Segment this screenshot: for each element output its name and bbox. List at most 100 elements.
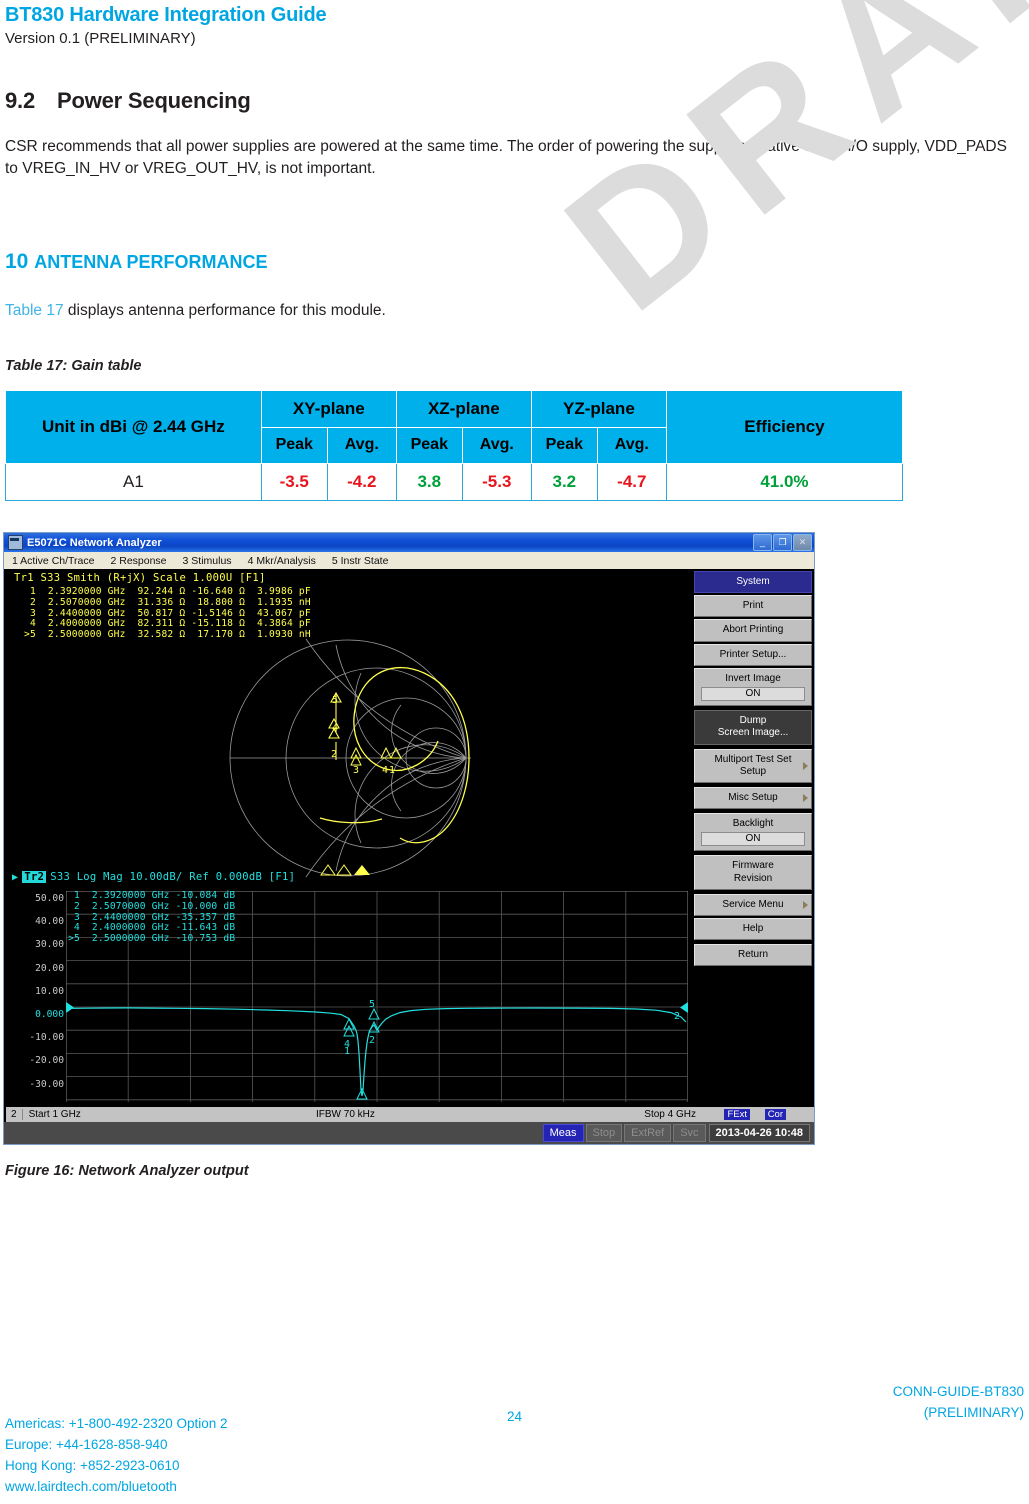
trace2-y-axis: 50.00 40.00 30.00 20.00 10.00 0.000 -10.… — [6, 887, 64, 1102]
y-tick: 10.00 — [35, 985, 64, 997]
menu-item-response[interactable]: 2 Response — [110, 555, 166, 567]
gain-table: Unit in dBi @ 2.44 GHz XY-plane XZ-plane… — [5, 390, 904, 501]
vna-window-title: E5071C Network Analyzer — [27, 536, 162, 549]
cell-xz-avg: -5.3 — [461, 463, 532, 501]
softkey-label: Misc Setup — [728, 791, 778, 803]
table-header-efficiency: Efficiency — [665, 390, 904, 464]
status-meas[interactable]: Meas — [542, 1124, 584, 1142]
cell-unit-label: A1 — [5, 463, 262, 501]
marker-row: 2 2.5070000 GHz 31.336 Ω 18.800 Ω 1.1935… — [24, 596, 311, 608]
softkey-label-line2: Setup — [739, 765, 767, 777]
minimize-icon[interactable]: _ — [753, 534, 772, 551]
vna-display-area[interactable]: Tr1 S33 Smith (R+jX) Scale 1.000U [F1] 1… — [6, 569, 692, 1102]
vna-body: Tr1 S33 Smith (R+jX) Scale 1.000U [F1] 1… — [4, 569, 814, 1144]
smith-chart: 5 4 2 3 4 1 — [229, 638, 471, 878]
y-tick: 40.00 — [35, 916, 64, 928]
vna-title-bar: E5071C Network Analyzer _ ❐ ✕ — [4, 533, 814, 552]
chevron-right-icon — [803, 793, 808, 802]
svg-text:5: 5 — [332, 695, 338, 706]
close-icon[interactable]: ✕ — [793, 534, 812, 551]
marker-row: 3 2.4400000 GHz 50.817 Ω -1.5146 Ω 43.06… — [24, 607, 311, 619]
y-tick: -40.00 — [6, 1096, 64, 1103]
menu-item-mkr-analysis[interactable]: 4 Mkr/Analysis — [248, 555, 316, 567]
trace2-marker-table: 1 2.3920000 GHz -10.084 dB 2 2.5070000 G… — [68, 890, 236, 945]
trace2-active-arrow-icon: ▶ — [12, 871, 19, 883]
softkey-backlight[interactable]: Backlight ON — [694, 813, 812, 852]
menu-item-active-ch-trace[interactable]: 1 Active Ch/Trace — [12, 555, 94, 567]
softkey-invert-image[interactable]: Invert Image ON — [694, 667, 812, 707]
softkey-service-menu[interactable]: Service Menu — [694, 893, 812, 916]
cell-efficiency: 41.0% — [665, 463, 904, 501]
y-tick: -30.00 — [29, 1078, 64, 1090]
status-svc[interactable]: Svc — [673, 1124, 706, 1142]
maximize-icon[interactable]: ❐ — [773, 534, 792, 551]
document-header: BT830 Hardware Integration Guide Version… — [5, 4, 1015, 49]
network-analyzer-screenshot: E5071C Network Analyzer _ ❐ ✕ 1 Active C… — [3, 532, 815, 1145]
heading-text: Power Sequencing — [57, 88, 251, 113]
chevron-right-icon — [803, 900, 808, 909]
softkey-printer-setup[interactable]: Printer Setup... — [694, 643, 812, 666]
marker-row: 1 2.3920000 GHz -10.084 dB — [68, 890, 236, 901]
softkey-value[interactable]: ON — [701, 832, 805, 847]
status-badge-cor: Cor — [764, 1109, 786, 1120]
status-extref[interactable]: ExtRef — [624, 1124, 672, 1142]
softkey-help[interactable]: Help — [694, 918, 812, 941]
paragraph-antenna-intro: Table 17 displays antenna performance fo… — [5, 300, 905, 322]
softkey-multiport-test-set-setup[interactable]: Multiport Test Set Setup — [694, 748, 812, 783]
svg-text:2: 2 — [674, 1011, 680, 1022]
paragraph-power-sequencing: CSR recommends that all power supplies a… — [5, 138, 1007, 178]
table-caption: Table 17: Gain table — [5, 358, 142, 374]
marker-row: >5 2.5000000 GHz 32.582 Ω 17.170 Ω 1.093… — [24, 629, 311, 641]
trace2-header: S33 Log Mag 10.00dB/ Ref 0.000dB [F1] — [50, 871, 296, 883]
vna-menu-bar: 1 Active Ch/Trace 2 Response 3 Stimulus … — [4, 552, 814, 569]
info-start-frequency: Start 1 GHz — [28, 1109, 81, 1120]
footer-contact-hongkong: Hong Kong: +852-2923-0610 — [5, 1458, 180, 1474]
softkey-system[interactable]: System — [694, 571, 812, 594]
y-tick: 20.00 — [35, 962, 64, 974]
heading-text: ANTENNA PERFORMANCE — [34, 252, 268, 272]
trace1-header: Tr1 S33 Smith (R+jX) Scale 1.000U [F1] — [14, 572, 266, 584]
softkey-misc-setup[interactable]: Misc Setup — [694, 786, 812, 810]
vna-info-bar: 2 Start 1 GHz IFBW 70 kHz Stop 4 GHz FEx… — [6, 1106, 814, 1122]
softkey-abort-printing[interactable]: Abort Printing — [694, 619, 812, 642]
info-ifbw: IFBW 70 kHz — [316, 1109, 375, 1120]
softkey-return[interactable]: Return — [694, 944, 812, 967]
vna-status-bar: Meas Stop ExtRef Svc 2013-04-26 10:48 — [4, 1122, 814, 1144]
table-header-xz-plane: XZ-plane — [395, 390, 532, 428]
status-stop[interactable]: Stop — [585, 1124, 623, 1142]
softkey-label: Backlight — [732, 818, 774, 830]
cell-yz-avg: -4.7 — [596, 463, 667, 501]
trace2-header-row: ▶ Tr2 S33 Log Mag 10.00dB/ Ref 0.000dB [… — [9, 871, 295, 883]
table-header-yz-plane: YZ-plane — [530, 390, 667, 428]
svg-text:4: 4 — [332, 723, 338, 734]
softkey-value[interactable]: ON — [701, 686, 805, 702]
footer-website-link[interactable]: www.lairdtech.com/bluetooth — [5, 1477, 228, 1498]
trace2-tag[interactable]: Tr2 — [22, 871, 47, 883]
cell-xz-peak: 3.8 — [395, 463, 463, 501]
softkey-print[interactable]: Print — [694, 595, 812, 618]
softkey-label: Service Menu — [722, 898, 784, 910]
footer-contact-europe: Europe: +44-1628-858-940 — [5, 1437, 168, 1453]
softkey-label: Invert Image — [725, 672, 781, 684]
heading-number: 9.2 — [5, 88, 35, 113]
softkey-firmware-revision[interactable]: Firmware Revision — [694, 855, 812, 890]
cell-xy-avg: -4.2 — [326, 463, 397, 501]
y-tick-zero: 0.000 — [35, 1008, 64, 1020]
table-subheader-xz-avg: Avg. — [461, 426, 532, 464]
y-tick: 50.00 — [35, 893, 64, 904]
heading-antenna-performance: 10 ANTENNA PERFORMANCE — [5, 250, 268, 274]
cell-yz-peak: 3.2 — [530, 463, 598, 501]
document-title: BT830 Hardware Integration Guide — [5, 4, 327, 26]
softkey-label-line2: Screen Image... — [717, 727, 789, 739]
table-header-xy-plane: XY-plane — [260, 390, 397, 428]
trace1-marker-table: 1 2.3920000 GHz 92.244 Ω -16.640 Ω 3.998… — [6, 584, 692, 641]
table-header-row-1: Unit in dBi @ 2.44 GHz XY-plane XZ-plane… — [5, 390, 904, 464]
menu-item-stimulus[interactable]: 3 Stimulus — [183, 555, 232, 567]
softkey-dump-screen-image[interactable]: Dump Screen Image... — [694, 710, 812, 745]
svg-text:2: 2 — [369, 1035, 375, 1046]
menu-item-instr-state[interactable]: 5 Instr State — [332, 555, 389, 567]
chevron-right-icon — [803, 761, 808, 770]
table-subheader-yz-avg: Avg. — [596, 426, 667, 464]
table-reference-link[interactable]: Table 17 — [5, 302, 64, 319]
footer-doc-code: CONN-GUIDE-BT830 (PRELIMINARY) — [893, 1382, 1024, 1424]
